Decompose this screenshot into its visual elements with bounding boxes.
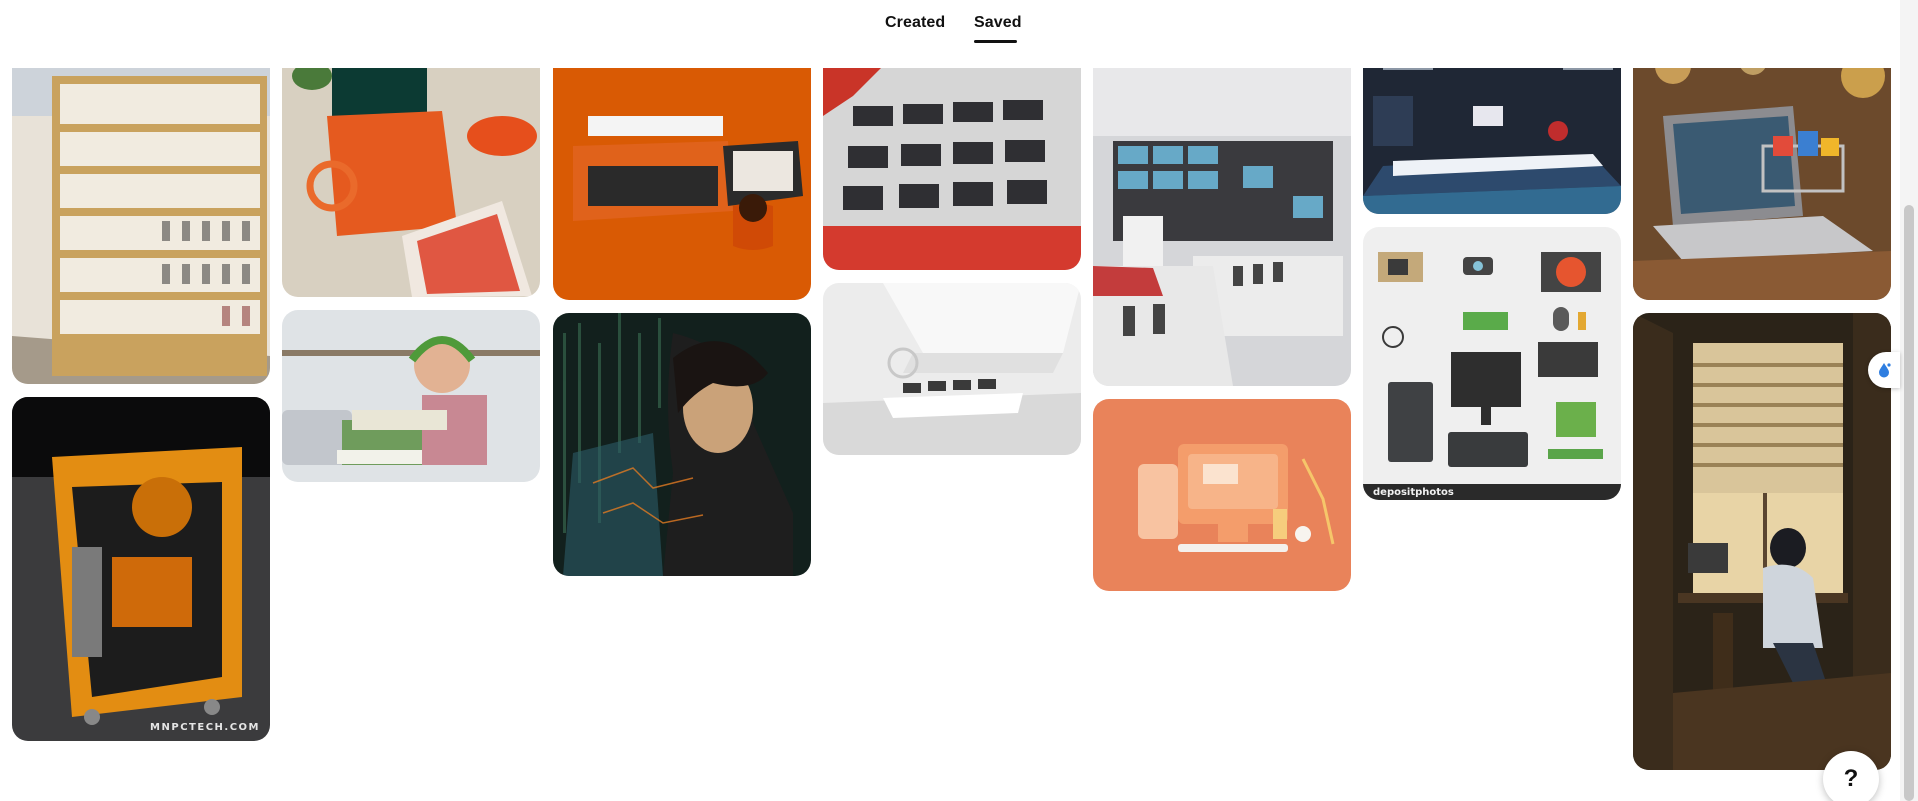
anime-desk-image bbox=[1633, 313, 1891, 770]
typewriter-image bbox=[553, 36, 811, 300]
watermark-text: depositphotos bbox=[1373, 487, 1454, 498]
pin-orange-laptop-flatlay[interactable] bbox=[282, 36, 540, 297]
flatlay-image bbox=[282, 36, 540, 297]
profile-tabs: Created Saved bbox=[0, 0, 1900, 68]
desk-illustration-image bbox=[1093, 399, 1351, 591]
tab-saved-underline bbox=[974, 40, 1017, 43]
pin-anime-hacker[interactable] bbox=[553, 313, 811, 576]
pin-orange-pc-case[interactable]: MNPCTECH.COM bbox=[12, 397, 270, 741]
anime-hacker-image bbox=[553, 313, 811, 576]
pin-retail-shelves[interactable] bbox=[12, 36, 270, 384]
scrollbar-thumb[interactable] bbox=[1904, 205, 1914, 801]
profile-saved-pins-page: Created Saved MNPCTECH.COM depositphotos… bbox=[0, 0, 1918, 801]
electronics-store-image bbox=[823, 36, 1081, 270]
tab-saved[interactable]: Saved bbox=[974, 14, 1022, 32]
help-question-icon: ? bbox=[1843, 765, 1859, 792]
page-scrollbar[interactable] bbox=[1900, 0, 1918, 801]
pin-shopping-laptop[interactable] bbox=[1633, 36, 1891, 300]
pin-modern-showroom[interactable] bbox=[823, 283, 1081, 455]
help-button[interactable]: ? bbox=[1823, 751, 1879, 801]
pin-electronics-store-red[interactable] bbox=[823, 36, 1081, 270]
pin-orange-typewriter[interactable] bbox=[553, 36, 811, 300]
pin-boy-studying[interactable] bbox=[282, 310, 540, 482]
showroom-image bbox=[823, 283, 1081, 455]
pin-electronics-showroom[interactable] bbox=[1093, 36, 1351, 386]
pin-anime-desk-window[interactable] bbox=[1633, 313, 1891, 770]
tab-created[interactable]: Created bbox=[885, 14, 945, 32]
electronics-showroom-image bbox=[1093, 36, 1351, 386]
pc-components-image bbox=[1363, 227, 1621, 500]
pin-orange-desk-illustration[interactable] bbox=[1093, 399, 1351, 591]
store-shelves-image bbox=[12, 36, 270, 384]
shopping-laptop-image bbox=[1633, 36, 1891, 300]
water-drop-icon bbox=[1879, 363, 1891, 378]
pin-pc-components[interactable]: depositphotos bbox=[1363, 227, 1621, 500]
side-extension-button[interactable] bbox=[1868, 352, 1900, 388]
student-image bbox=[282, 310, 540, 482]
pc-case-image bbox=[12, 397, 270, 741]
watermark-text: MNPCTECH.COM bbox=[150, 722, 260, 733]
